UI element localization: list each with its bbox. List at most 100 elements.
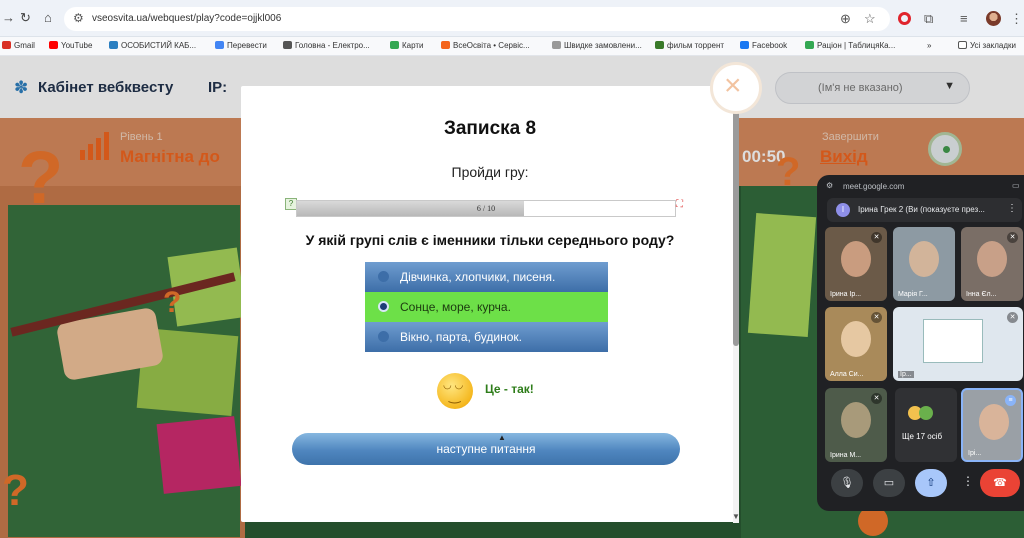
mic-off-icon: ✕ <box>1007 312 1018 323</box>
menu-icon[interactable]: ⋮ <box>1010 11 1023 27</box>
torrent-icon <box>655 41 664 49</box>
opera-extension-icon[interactable] <box>898 12 911 25</box>
end-call-button[interactable]: ☎ <box>980 469 1020 497</box>
scroll-down-icon[interactable]: ▼ <box>732 512 740 521</box>
bookmark-order[interactable]: Швидке замовлени... <box>552 41 642 50</box>
extensions-icon[interactable]: ⧉ <box>924 11 933 27</box>
modal-title: Записка 8 <box>443 118 537 139</box>
vseosvita-icon <box>441 41 450 49</box>
question-text: У якій групі слів є іменники тільки сере… <box>305 232 675 248</box>
participant-video <box>909 241 939 277</box>
translate-icon <box>215 41 224 49</box>
answer-label: Сонце, море, курча. <box>400 300 511 314</box>
mic-off-icon: ✕ <box>871 232 882 243</box>
next-question-button[interactable]: наступне питання <box>292 433 680 465</box>
bookmark-gmail[interactable]: Gmail <box>2 41 35 50</box>
mic-button[interactable]: 🎙 <box>831 469 863 497</box>
participant-avatar <box>841 321 871 357</box>
participant-avatar-icon <box>919 406 933 420</box>
answer-label: Вікно, парта, будинок. <box>400 330 522 344</box>
meet-url: meet.google.com <box>843 182 905 191</box>
participant-tile[interactable]: Марія Г... <box>893 227 955 301</box>
youtube-icon <box>49 41 58 49</box>
self-tile[interactable]: ≡ Ірі... <box>961 388 1023 462</box>
self-video <box>979 404 1009 440</box>
reload-icon[interactable]: ↻ <box>20 10 31 26</box>
participant-name: Інна Єл... <box>966 291 997 298</box>
site-info-icon[interactable]: ⚙ <box>73 11 84 25</box>
browser-toolbar: → ↻ ⌂ ⚙ vseosvita.ua/webquest/play?code=… <box>0 0 1024 37</box>
modal-subtitle: Пройди гру: <box>451 164 529 180</box>
participant-name: Ір... <box>898 371 914 378</box>
media-icon[interactable]: ≡ <box>960 11 968 26</box>
all-bookmarks[interactable]: Усі закладки <box>958 41 1016 50</box>
happy-smiley-icon <box>437 373 473 409</box>
participant-tile[interactable]: ✕ Ірина Ір... <box>825 227 887 301</box>
progress-text: 6 / 10 <box>476 204 496 213</box>
zoom-icon[interactable]: ⊕ <box>840 11 851 27</box>
presenter-avatar: I <box>836 203 850 217</box>
bookmarks-overflow[interactable]: » <box>927 41 931 50</box>
mic-off-icon: ✕ <box>871 312 882 323</box>
fullscreen-icon[interactable]: ⛶ <box>676 199 683 210</box>
bookmark-ration[interactable]: Раціон | ТаблицяКа... <box>805 41 895 50</box>
screen-share-tile[interactable]: ✕ Ір... <box>893 307 1023 381</box>
bookmark-maps[interactable]: Карти <box>390 41 424 50</box>
home-icon[interactable]: ⌂ <box>44 10 52 25</box>
mic-off-icon: ✕ <box>871 393 882 404</box>
participant-name: Ірі... <box>968 450 982 457</box>
modal-scrollbar-thumb[interactable] <box>733 110 739 346</box>
meet-popout-icon[interactable]: ▭ <box>1012 181 1020 190</box>
bookmark-translate[interactable]: Перевести <box>215 41 267 50</box>
answer-label: Дівчинка, хлопчики, писеня. <box>400 270 556 284</box>
order-icon <box>552 41 561 49</box>
answer-option-2[interactable]: Сонце, море, курча. <box>365 292 608 322</box>
bookmark-cabinet[interactable]: ОСОБИСТИЙ КАБ... <box>109 41 196 50</box>
close-button[interactable]: × <box>710 62 762 114</box>
url-text[interactable]: vseosvita.ua/webquest/play?code=ojjkl006 <box>92 13 281 24</box>
back-icon[interactable]: → <box>2 10 15 25</box>
speaking-icon: ≡ <box>1005 395 1016 406</box>
participant-tile[interactable]: ✕ Алла Си... <box>825 307 887 381</box>
bookmark-star-icon[interactable]: ☆ <box>864 11 876 27</box>
participant-tile[interactable]: ✕ Ірина М... <box>825 388 887 462</box>
participant-name: Ірина Ір... <box>830 291 862 298</box>
profile-avatar[interactable] <box>986 11 1001 26</box>
close-icon: × <box>724 69 742 102</box>
participant-name: Ірина М... <box>830 452 862 459</box>
participant-video <box>977 241 1007 277</box>
camera-button[interactable]: ▭ <box>873 469 905 497</box>
answer-option-1[interactable]: Дівчинка, хлопчики, писеня. <box>365 262 608 292</box>
quiz-progress-bar: 6 / 10 <box>296 200 676 217</box>
radio-icon <box>378 271 389 282</box>
screen: → ↻ ⌂ ⚙ vseosvita.ua/webquest/play?code=… <box>0 0 1024 538</box>
answer-option-3[interactable]: Вікно, парта, будинок. <box>365 322 608 352</box>
meet-more-icon[interactable]: ⋮ <box>962 474 974 488</box>
mouse-cursor-icon: ▲ <box>498 433 506 442</box>
shared-screen-preview <box>923 319 983 363</box>
bookmark-vseosvita[interactable]: ВсеОсвіта • Сервіс... <box>441 41 530 50</box>
bookmark-torrent[interactable]: фильм торрент <box>655 41 724 50</box>
cabinet-icon <box>109 41 118 49</box>
radio-selected-icon <box>378 301 389 312</box>
maps-icon <box>390 41 399 49</box>
bookmark-main[interactable]: Головна - Електро... <box>283 41 370 50</box>
more-avatars <box>908 406 933 420</box>
page-icon <box>283 41 292 49</box>
participant-name: Марія Г... <box>898 291 928 298</box>
ration-icon <box>805 41 814 49</box>
banner-menu-icon[interactable]: ⋮ <box>1007 203 1017 214</box>
feedback-text: Це - так! <box>485 382 534 396</box>
mic-off-icon: ✕ <box>1007 232 1018 243</box>
participant-tile[interactable]: ✕ Інна Єл... <box>961 227 1023 301</box>
present-button[interactable]: ⇧ <box>915 469 947 497</box>
more-participants-tile[interactable] <box>895 388 957 462</box>
more-participants-label: Ще 17 осіб <box>902 432 943 441</box>
participant-video <box>841 241 871 277</box>
meet-tune-icon: ⚙ <box>826 181 834 190</box>
folder-icon <box>958 41 967 49</box>
bookmark-facebook[interactable]: Facebook <box>740 41 787 50</box>
radio-icon <box>378 331 389 342</box>
participant-name: Алла Си... <box>830 371 864 378</box>
bookmark-youtube[interactable]: YouTube <box>49 41 92 50</box>
